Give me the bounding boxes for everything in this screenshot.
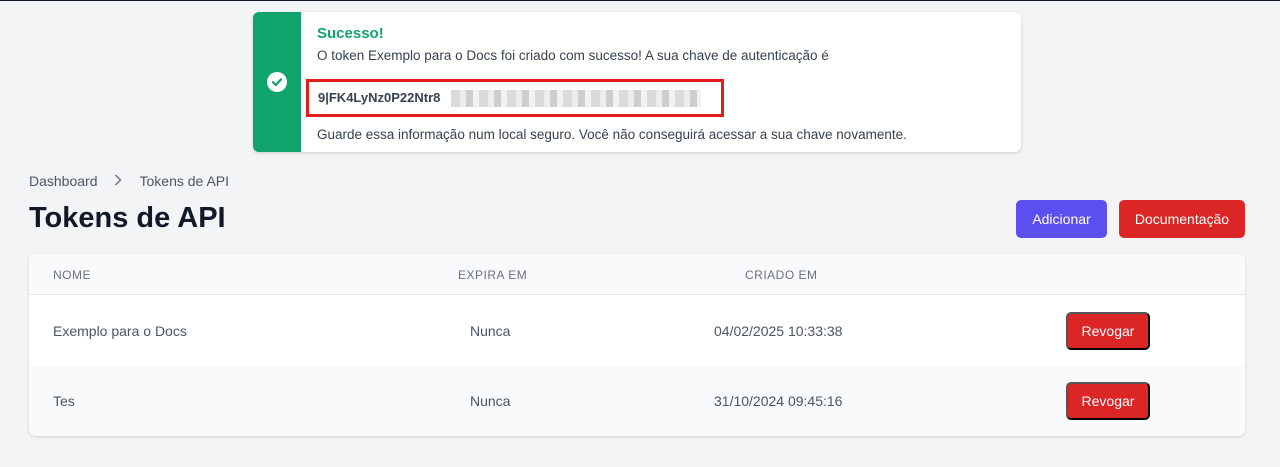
auth-key-text[interactable]: 9|FK4LyNz0P22Ntr8: [318, 90, 440, 105]
breadcrumb-current[interactable]: Tokens de API: [140, 173, 230, 189]
table-header: NOME EXPIRA EM CRIADO EM: [29, 254, 1245, 295]
notification-accent-bar: [253, 12, 301, 152]
breadcrumb-dashboard-link[interactable]: Dashboard: [29, 173, 98, 189]
chevron-right-icon: [114, 173, 122, 189]
column-header-name: NOME: [53, 268, 91, 282]
token-expires: Nunca: [470, 323, 511, 339]
auth-key-redacted: [451, 90, 701, 107]
revoke-button[interactable]: Revogar: [1066, 312, 1150, 350]
documentation-button[interactable]: Documentação: [1119, 200, 1245, 238]
tokens-table: NOME EXPIRA EM CRIADO EM Exemplo para o …: [29, 254, 1245, 436]
notification-footer: Guarde essa informação num local seguro.…: [317, 127, 907, 142]
token-name: Tes: [53, 393, 75, 409]
check-circle-icon: [267, 72, 287, 92]
revoke-button[interactable]: Revogar: [1066, 382, 1150, 420]
token-created: 04/02/2025 10:33:38: [714, 323, 843, 339]
notification-title: Sucesso!: [317, 25, 384, 42]
table-row: Tes Nunca 31/10/2024 09:45:16 Revogar: [29, 366, 1245, 436]
column-header-created: CRIADO EM: [745, 268, 818, 282]
page-title: Tokens de API: [29, 202, 226, 234]
token-name: Exemplo para o Docs: [53, 323, 187, 339]
window-top-border: [0, 0, 1280, 1]
notification-message: O token Exemplo para o Docs foi criado c…: [317, 48, 829, 63]
breadcrumb: Dashboard Tokens de API: [29, 173, 229, 189]
token-created: 31/10/2024 09:45:16: [714, 393, 843, 409]
token-expires: Nunca: [470, 393, 511, 409]
table-row: Exemplo para o Docs Nunca 04/02/2025 10:…: [29, 296, 1245, 366]
add-token-button[interactable]: Adicionar: [1016, 200, 1107, 238]
success-notification: Sucesso! O token Exemplo para o Docs foi…: [253, 12, 1021, 152]
column-header-expires: EXPIRA EM: [458, 268, 528, 282]
auth-key-highlight: 9|FK4LyNz0P22Ntr8: [306, 79, 724, 117]
